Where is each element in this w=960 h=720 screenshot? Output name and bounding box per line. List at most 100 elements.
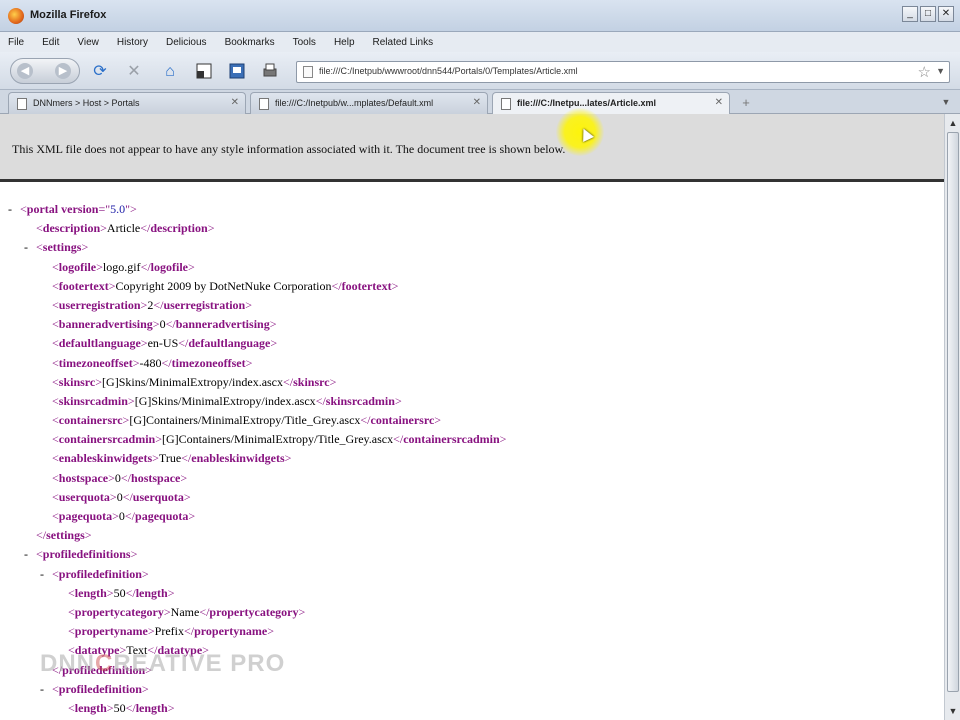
vertical-scrollbar[interactable]: ▲ ▼ [944,114,960,720]
xml-bracket: </ [178,336,189,351]
bookmark-icon[interactable] [227,62,247,82]
bookmark-star-icon[interactable]: ☆ [918,63,931,81]
xml-bracket: > [141,566,149,581]
back-icon: ◀ [17,63,33,79]
print-icon[interactable] [260,62,280,82]
scroll-thumb[interactable] [947,132,959,692]
xml-line: <containersrc>[G]Containers/MinimalExtro… [8,411,506,430]
tab-close-icon[interactable]: ✕ [473,97,481,108]
xml-line: <length>50</length> [8,699,506,718]
tab-portals[interactable]: DNNmers > Host > Portals ✕ [8,92,246,114]
menu-help[interactable]: Help [334,37,355,48]
xml-bracket: > [183,489,191,504]
scroll-down-icon[interactable]: ▼ [945,704,960,718]
menu-delicious[interactable]: Delicious [166,37,207,48]
menu-file[interactable]: File [8,37,24,48]
menu-view[interactable]: View [77,37,99,48]
menu-history[interactable]: History [117,37,148,48]
xml-bracket: </ [125,585,136,600]
tab-default-xml[interactable]: file:///C:/Inetpub/w...mplates/Default.x… [250,92,488,114]
xml-bracket: > [100,221,107,236]
forward-icon: ▶ [55,63,71,79]
menu-tools[interactable]: Tools [293,37,316,48]
xml-tag: description [42,221,101,236]
tab-list-icon[interactable]: ▼ [938,94,954,110]
xml-line: - <profiledefinition> [8,680,506,699]
xml-bracket: > [207,221,215,236]
xml-bracket: < [52,470,59,485]
xml-tag: settings [42,240,82,255]
xml-bracket: </ [315,393,326,408]
menu-related-links[interactable]: Related Links [373,37,434,48]
tab-article-xml[interactable]: file:///C:/Inetpu...lates/Article.xml ✕ [492,92,730,115]
xml-bracket: </ [140,221,151,236]
xml-txt: Article [106,221,141,236]
collapse-toggle[interactable]: - [24,238,36,257]
url-dropdown-icon[interactable]: ▼ [936,66,945,76]
xml-bracket: </ [124,509,136,523]
xml-tag: skinsrcadmin [58,393,128,408]
xml-bracket: < [52,489,59,504]
page-content: This XML file does not appear to have an… [0,114,944,720]
new-tab-icon[interactable]: + [735,94,757,112]
xml-line: <userquota>0</userquota> [8,488,506,507]
tab-label: file:///C:/Inetpu...lates/Article.xml [517,98,657,108]
xml-line: <description>Article</description> [8,219,506,238]
xml-line: <defaultlanguage>en-US</defaultlanguage> [8,334,506,353]
menu-bookmarks[interactable]: Bookmarks [225,37,275,48]
stop-icon[interactable]: ✕ [124,62,144,82]
collapse-toggle[interactable]: - [40,565,52,584]
collapse-toggle[interactable]: - [24,545,36,564]
collapse-toggle[interactable]: - [40,680,52,699]
scroll-up-icon[interactable]: ▲ [945,116,960,130]
xml-tag: logofile [150,259,188,274]
xml-tag: length [74,585,107,600]
xml-txt: Copyright 2009 by DotNetNuke Corporation [115,278,332,293]
menu-edit[interactable]: Edit [42,37,59,48]
close-button[interactable]: ✕ [938,6,954,22]
back-forward-button[interactable]: ◀ ▶ [10,58,80,84]
xml-tag: banneradvertising [58,317,153,332]
xml-tag: userregistration [58,297,141,312]
xml-bracket: < [52,355,59,370]
xml-bracket: > [108,278,116,293]
xml-line: <hostspace>0</hostspace> [8,469,506,488]
xml-bracket: > [152,451,159,466]
xml-info-message: This XML file does not appear to have an… [12,142,566,156]
xml-txt: en-US [147,336,179,351]
xml-bracket: > [245,355,253,370]
xml-tag: portal [26,202,59,216]
xml-bracket: > [270,336,278,351]
xml-bracket: < [68,604,75,619]
xml-bracket: "> [125,202,137,216]
xml-bracket: > [188,509,196,523]
xml-tag: timezoneoffset [171,355,246,370]
xml-tag: defaultlanguage [58,336,141,351]
tab-favicon-icon [17,98,27,110]
xml-tag: profiledefinitions [42,547,131,562]
xml-bracket: < [52,336,59,351]
url-text[interactable]: file:///C:/Inetpub/wwwroot/dnn544/Portal… [319,66,578,76]
reload-icon[interactable]: ⟳ [90,62,110,82]
page-favicon-icon [303,66,313,78]
tab-close-icon[interactable]: ✕ [231,97,239,108]
minimize-button[interactable]: _ [902,6,918,22]
xml-bracket: > [329,374,337,389]
xml-tag: timezoneoffset [58,355,133,370]
xml-bracket: > [269,317,277,332]
xml-bracket: </ [165,317,176,332]
page-icon[interactable] [194,62,214,82]
xml-line: - <profiledefinition> [8,565,506,584]
tab-label: file:///C:/Inetpub/w...mplates/Default.x… [275,98,434,108]
xml-bracket: </ [36,528,47,543]
xml-bracket: < [52,413,59,428]
maximize-button[interactable]: □ [920,6,936,22]
xml-bracket: > [434,413,442,428]
xml-info-banner: This XML file does not appear to have an… [0,114,944,182]
tab-close-icon[interactable]: ✕ [715,97,723,108]
window-title: Mozilla Firefox [30,9,107,21]
home-icon[interactable]: ⌂ [160,62,180,82]
collapse-toggle[interactable]: - [8,200,20,219]
address-bar[interactable]: file:///C:/Inetpub/wwwroot/dnn544/Portal… [296,61,950,83]
xml-tag: userquota [132,489,184,504]
